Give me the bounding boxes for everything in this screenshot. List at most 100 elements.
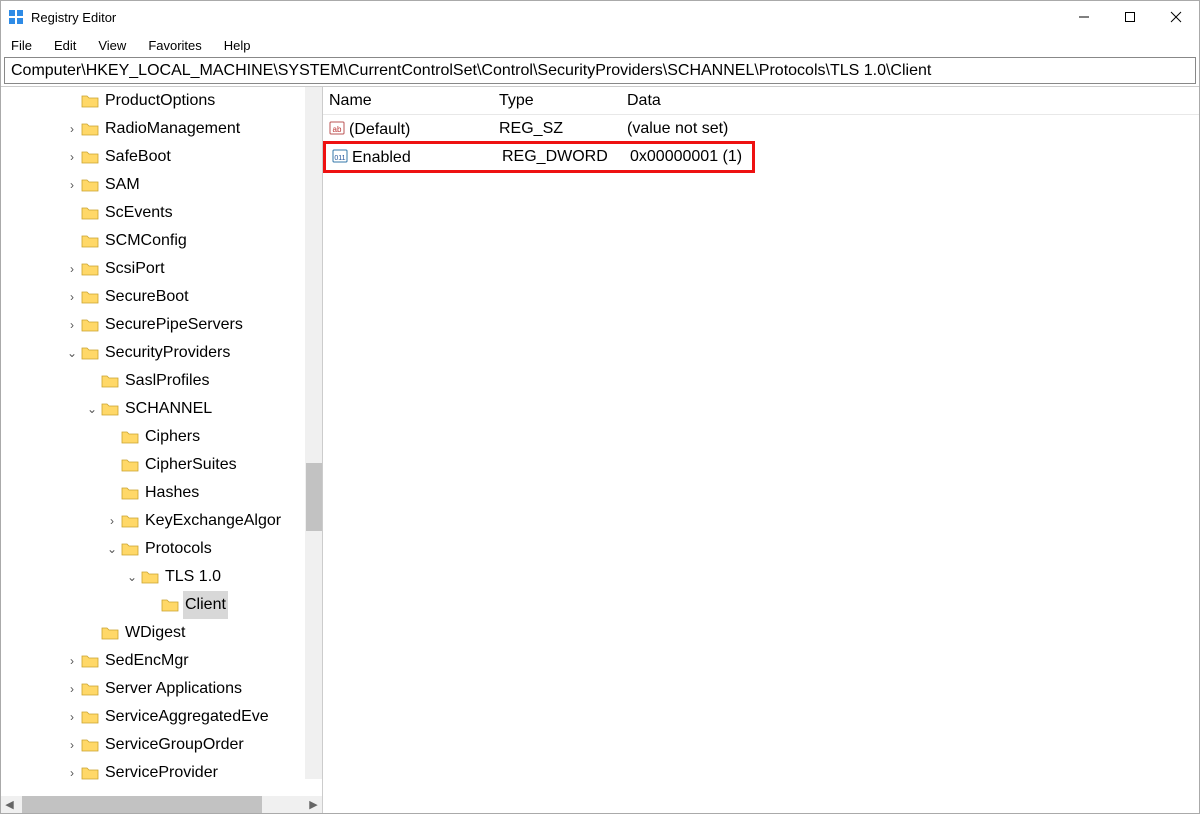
tree-item[interactable]: ›CipherSuites: [1, 451, 322, 479]
tree-item[interactable]: › SecurePipeServers: [1, 311, 322, 339]
tree-vscroll-thumb[interactable]: [306, 463, 322, 531]
tree-item[interactable]: › ServiceProvider: [1, 759, 322, 787]
tree-item[interactable]: ›SedEncMgr: [1, 647, 322, 675]
tree-item[interactable]: ›Client: [1, 591, 322, 619]
tree-item-label: Client: [183, 591, 228, 619]
folder-icon: [81, 149, 99, 165]
tree-item[interactable]: ›RadioManagement: [1, 115, 322, 143]
tree-item[interactable]: ›ScEvents: [1, 199, 322, 227]
tree-item-label: ServiceProvider: [103, 759, 220, 787]
tree-item-label: SecurePipeServers: [103, 311, 245, 339]
expand-icon[interactable]: ›: [65, 731, 79, 759]
expand-icon[interactable]: ›: [65, 283, 79, 311]
tree-vscrollbar[interactable]: [305, 87, 322, 779]
tree-item[interactable]: ›ServiceAggregatedEve: [1, 703, 322, 731]
value-type-cell: REG_SZ: [493, 120, 621, 138]
app-icon: [7, 8, 25, 26]
menu-edit[interactable]: Edit: [50, 36, 80, 55]
tree-item[interactable]: ›SCMConfig: [1, 227, 322, 255]
folder-icon: [81, 93, 99, 109]
expand-icon[interactable]: ›: [65, 675, 79, 703]
title-bar: Registry Editor: [1, 1, 1199, 33]
menu-view[interactable]: View: [94, 36, 130, 55]
tree-item[interactable]: ›Ciphers: [1, 423, 322, 451]
tree-item-label: SCMConfig: [103, 227, 189, 255]
column-name[interactable]: Name: [323, 92, 493, 110]
value-row[interactable]: ab(Default)REG_SZ(value not set): [323, 115, 1199, 143]
column-data[interactable]: Data: [621, 92, 1199, 110]
expand-icon[interactable]: ›: [105, 507, 119, 535]
folder-icon: [81, 681, 99, 697]
tree-item[interactable]: ›Server Applications: [1, 675, 322, 703]
tree-item[interactable]: ›WDigest: [1, 619, 322, 647]
tree-item-label: ProductOptions: [103, 87, 217, 115]
tree-hscrollbar[interactable]: ◀ ▶: [1, 796, 322, 813]
svg-text:ab: ab: [333, 125, 342, 134]
hscroll-left-arrow[interactable]: ◀: [1, 796, 18, 813]
tree-item-label: SCHANNEL: [123, 395, 214, 423]
string-value-icon: ab: [329, 120, 345, 136]
window-title: Registry Editor: [31, 10, 116, 25]
value-data-cell: 0x00000001 (1): [624, 148, 752, 166]
tree-item[interactable]: › SafeBoot: [1, 143, 322, 171]
collapse-icon[interactable]: ⌄: [65, 339, 79, 367]
folder-icon: [81, 177, 99, 193]
hscroll-right-arrow[interactable]: ▶: [305, 796, 322, 813]
menu-file[interactable]: File: [7, 36, 36, 55]
tree-item[interactable]: ›SecureBoot: [1, 283, 322, 311]
folder-icon: [121, 541, 139, 557]
column-type[interactable]: Type: [493, 92, 621, 110]
tree-item[interactable]: ⌄TLS 1.0: [1, 563, 322, 591]
address-input[interactable]: [9, 61, 1191, 81]
collapse-icon[interactable]: ⌄: [105, 535, 119, 563]
minimize-button[interactable]: [1061, 1, 1107, 33]
tree-item[interactable]: ⌄ SecurityProviders: [1, 339, 322, 367]
expand-icon[interactable]: ›: [65, 115, 79, 143]
hscroll-thumb[interactable]: [22, 796, 262, 813]
svg-text:011: 011: [334, 155, 345, 162]
tree-item-label: ScEvents: [103, 199, 175, 227]
tree-item-label: SecurityProviders: [103, 339, 232, 367]
folder-icon: [121, 485, 139, 501]
values-list[interactable]: ab(Default)REG_SZ(value not set)011Enabl…: [323, 115, 1199, 173]
value-row[interactable]: 011EnabledREG_DWORD0x00000001 (1): [323, 141, 755, 173]
tree-item[interactable]: › SAM: [1, 171, 322, 199]
folder-icon: [161, 597, 179, 613]
expand-icon[interactable]: ›: [65, 311, 79, 339]
folder-icon: [81, 289, 99, 305]
expand-icon[interactable]: ›: [65, 171, 79, 199]
tree-item[interactable]: ›ScsiPort: [1, 255, 322, 283]
collapse-icon[interactable]: ⌄: [85, 395, 99, 423]
binary-value-icon: 011: [332, 148, 348, 164]
folder-icon: [101, 625, 119, 641]
expand-icon[interactable]: ›: [65, 255, 79, 283]
folder-icon: [141, 569, 159, 585]
tree-item[interactable]: ›ServiceGroupOrder: [1, 731, 322, 759]
tree-item[interactable]: ›SaslProfiles: [1, 367, 322, 395]
tree-item[interactable]: ›Hashes: [1, 479, 322, 507]
tree-item-label: Ciphers: [143, 423, 202, 451]
registry-tree[interactable]: ›ProductOptions›RadioManagement›SafeBoot…: [1, 87, 322, 796]
expand-icon[interactable]: ›: [65, 647, 79, 675]
value-name-cell: 011Enabled: [326, 148, 496, 167]
tree-item[interactable]: ›ProductOptions: [1, 87, 322, 115]
menu-help[interactable]: Help: [220, 36, 255, 55]
expand-icon[interactable]: ›: [65, 143, 79, 171]
collapse-icon[interactable]: ⌄: [125, 563, 139, 591]
maximize-button[interactable]: [1107, 1, 1153, 33]
folder-icon: [101, 401, 119, 417]
value-name-cell: ab(Default): [323, 120, 493, 139]
registry-editor-window: Registry Editor File Edit View Favorites…: [0, 0, 1200, 814]
expand-icon[interactable]: ›: [65, 759, 79, 787]
tree-item[interactable]: ⌄Protocols: [1, 535, 322, 563]
expand-icon[interactable]: ›: [65, 703, 79, 731]
values-pane: Name Type Data ab(Default)REG_SZ(value n…: [323, 87, 1199, 813]
hscroll-track[interactable]: [18, 796, 305, 813]
tree-item-label: SafeBoot: [103, 143, 173, 171]
menu-favorites[interactable]: Favorites: [144, 36, 205, 55]
tree-item[interactable]: ⌄ SCHANNEL: [1, 395, 322, 423]
tree-item[interactable]: ›KeyExchangeAlgor: [1, 507, 322, 535]
close-button[interactable]: [1153, 1, 1199, 33]
values-header: Name Type Data: [323, 87, 1199, 115]
tree-item-label: SAM: [103, 171, 142, 199]
